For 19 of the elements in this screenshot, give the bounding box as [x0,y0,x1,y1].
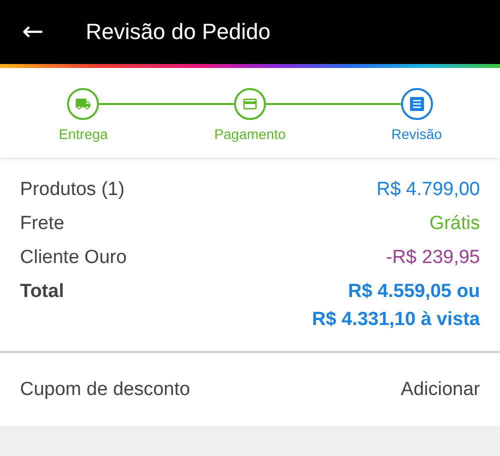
truck-icon [75,96,92,112]
summary-label: Total [20,281,64,303]
step-label: Entrega [58,126,108,142]
summary-value: R$ 4.331,10 à vista [312,309,480,331]
coupon-label: Cupom de desconto [20,378,190,400]
step-label: Pagamento [214,126,286,142]
summary-value: R$ 4.559,05 ou [348,281,480,303]
page-title: Revisão do Pedido [86,19,270,45]
add-coupon-button[interactable]: Adicionar [400,378,480,400]
summary-label: Produtos (1) [20,179,125,201]
summary-value: -R$ 239,95 [386,247,480,269]
step-label: Revisão [391,126,442,142]
summary-value: R$ 4.799,00 [376,179,480,201]
back-button[interactable]: ← [22,19,44,45]
summary-value: Grátis [429,213,480,235]
credit-card-icon [242,96,258,112]
list-icon [410,97,424,111]
summary-label: Cliente Ouro [20,247,127,269]
summary-label: Frete [20,213,64,235]
